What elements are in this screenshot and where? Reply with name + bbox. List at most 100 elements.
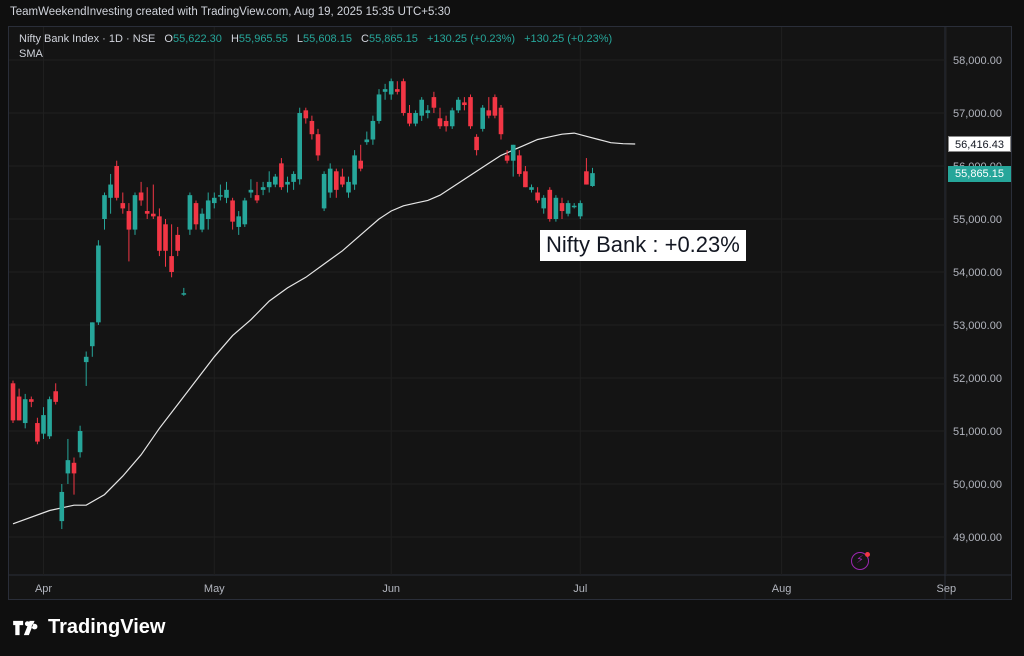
candle-up — [565, 203, 571, 214]
legend-indicator-sma[interactable]: SMA — [19, 47, 612, 62]
candle-up — [553, 197, 559, 219]
candle-up — [529, 187, 534, 190]
performance-annotation: Nifty Bank : +0.23% — [540, 230, 746, 261]
candle-up — [22, 399, 28, 424]
candle-down — [474, 136, 479, 151]
y-tick-label: 55,000.00 — [953, 214, 1002, 226]
candle-down — [309, 120, 315, 135]
candle-up — [590, 173, 595, 187]
candle-down — [254, 195, 260, 201]
candle-down — [35, 423, 40, 442]
candle-down — [498, 107, 504, 135]
candle-down — [144, 211, 150, 214]
candle-down — [547, 189, 553, 219]
legend-low-value: 55,608.15 — [303, 33, 352, 45]
candle-up — [212, 197, 217, 204]
y-tick-label: 53,000.00 — [953, 320, 1002, 332]
candle-down — [151, 213, 156, 217]
candle-down — [315, 134, 321, 156]
candle-down — [126, 211, 132, 230]
candle-down — [340, 176, 345, 185]
candle-up — [260, 187, 266, 190]
candle-down — [53, 391, 58, 402]
candle-up — [187, 195, 193, 230]
candle-up — [449, 110, 455, 127]
tradingview-logo[interactable]: TradingView — [12, 616, 165, 639]
candle-down — [193, 203, 199, 225]
candle-down — [584, 171, 589, 185]
legend-change: +130.25 (+0.23%) — [426, 33, 516, 45]
x-tick-label: May — [204, 583, 225, 595]
chart-attribution: TeamWeekendInvesting created with Tradin… — [10, 6, 451, 18]
legend-high-label: H — [230, 33, 239, 45]
y-tick-label: 50,000.00 — [953, 479, 1002, 491]
candle-up — [96, 245, 101, 323]
candle-down — [120, 203, 126, 209]
tradingview-logo-icon — [13, 620, 38, 635]
candle-up — [297, 113, 302, 180]
candle-up — [90, 322, 95, 347]
candle-up — [236, 216, 241, 227]
candle-down — [468, 97, 473, 127]
candle-up — [77, 431, 83, 453]
x-tick-label: Jun — [382, 583, 400, 595]
candle-up — [510, 144, 516, 161]
candle-up — [327, 168, 333, 193]
candle-down — [437, 118, 443, 127]
legend-open-value: 55,622.30 — [172, 33, 222, 45]
candle-down — [29, 399, 34, 402]
candlestick-chart[interactable]: 49,000.00 50,000.00 51,000.00 52,000.00 53,0… — [9, 27, 1012, 600]
candle-down — [407, 113, 412, 124]
candle-up — [132, 195, 138, 230]
candle-up — [382, 89, 388, 92]
candle-up — [456, 99, 461, 111]
candle-up — [388, 81, 394, 95]
y-tick-label: 54,000.00 — [953, 267, 1002, 279]
x-tick-label: Sep — [937, 583, 957, 595]
chart-legend: Nifty Bank Index · 1D · NSE O55,622.30 H… — [19, 32, 612, 62]
y-tick-label: 49,000.00 — [953, 532, 1002, 544]
x-tick-label: Jul — [573, 583, 587, 595]
candle-down — [71, 462, 77, 474]
candle-up — [224, 189, 229, 198]
candle-up — [376, 94, 382, 121]
legend-symbol[interactable]: Nifty Bank Index · 1D · NSE — [19, 33, 155, 45]
legend-close-value: 55,865.15 — [368, 33, 418, 45]
candle-down — [157, 216, 162, 251]
chart-panel[interactable]: 49,000.00 50,000.00 51,000.00 52,000.00 53,0… — [8, 26, 1012, 600]
candle-up — [199, 213, 205, 230]
candle-down — [358, 160, 363, 169]
x-tick-label: Apr — [35, 583, 52, 595]
candle-up — [419, 99, 424, 116]
candle-down — [138, 192, 144, 201]
candle-down — [395, 89, 400, 92]
candle-up — [102, 195, 107, 219]
candle-up — [425, 110, 431, 113]
candle-down — [535, 192, 540, 201]
candle-up — [108, 184, 113, 198]
candle-up — [273, 176, 278, 185]
candle-down — [10, 383, 16, 421]
candle-down — [523, 171, 528, 188]
candle-up — [242, 200, 248, 225]
candle-down — [334, 171, 339, 190]
candle-down — [486, 110, 492, 116]
candle-up — [41, 415, 46, 434]
candle-up — [285, 181, 290, 185]
candle-up — [571, 205, 577, 208]
candle-up — [352, 155, 357, 185]
y-tick-label: 52,000.00 — [953, 373, 1002, 385]
candle-up — [248, 189, 254, 193]
y-tick-label: 58,000.00 — [953, 55, 1002, 67]
notification-dot — [865, 552, 870, 557]
candle-down — [16, 396, 22, 421]
candle-up — [364, 139, 370, 143]
candle-up — [59, 491, 65, 522]
candle-up — [413, 113, 418, 124]
legend-change-secondary: +130.25 (+0.23%) — [524, 33, 613, 45]
candle-down — [443, 120, 449, 127]
candle-up — [291, 173, 296, 182]
candle-down — [559, 203, 565, 212]
candle-down — [462, 102, 467, 106]
candle-up — [541, 197, 546, 209]
